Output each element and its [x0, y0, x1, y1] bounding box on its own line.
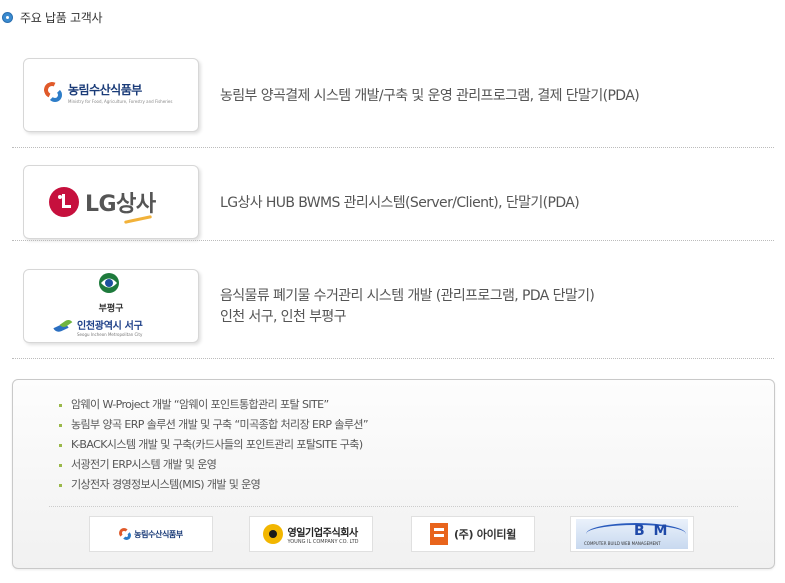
lg-logo: LG상사: [49, 186, 156, 218]
list-item: K-BACK시스템 개발 및 구축(카드사들의 포인트관리 포탈SITE 구축): [59, 435, 368, 455]
bm-logo-subtitle: COMPUTER BUILD WEB MANAGEMENT: [584, 541, 661, 546]
itwill-emblem-icon: [429, 523, 448, 545]
partner-logo-itwill: (주) 아이티윌: [411, 516, 535, 552]
partner-logo-bm: B M COMPUTER BUILD WEB MANAGEMENT: [570, 516, 694, 552]
mafra-emblem-icon: [41, 79, 64, 104]
itwill-logo-name: (주) 아이티윌: [453, 528, 517, 541]
client-description: LG상사 HUB BWMS 관리시스템(Server/Client), 단말기(…: [220, 193, 580, 214]
mafra-logo-english: Ministry for Food, Agriculture, Forestry…: [68, 99, 173, 104]
projects-box: 암웨이 W-Project 개발 “암웨이 포인트통합관리 포탈 SITE” 농…: [12, 379, 775, 569]
client-description: 농림부 양곡결제 시스템 개발/구축 및 운영 관리프로그램, 결제 단말기(P…: [220, 86, 640, 107]
client-references-page: 주요 납품 고객사 농림수산식품부 Ministry for Food, Agr…: [0, 0, 785, 583]
mafra-emblem-icon: [119, 527, 132, 541]
lg-face-icon: [49, 187, 79, 217]
seogu-logo: 인천광역시 서구 Seogu Incheon Metropolitan City: [53, 317, 143, 337]
seogu-emblem-icon: [53, 318, 74, 335]
youngil-logo-name: 영일기업주식회사: [287, 527, 358, 539]
client-row-incheon: 부평구 인천광역시 서구 Seogu Incheon Metropolitan …: [12, 242, 774, 359]
section-header: 주요 납품 고객사: [2, 8, 103, 26]
list-item: 암웨이 W-Project 개발 “암웨이 포인트통합관리 포탈 SITE”: [59, 395, 368, 415]
list-item: 서광전기 ERP시스템 개발 및 운영: [59, 455, 368, 475]
section-title: 주요 납품 고객사: [20, 10, 103, 25]
row-divider: [12, 358, 774, 359]
row-divider: [12, 147, 774, 148]
divider: [49, 506, 738, 507]
incheon-logo-box: 부평구 인천광역시 서구 Seogu Incheon Metropolitan …: [23, 269, 199, 343]
mafra-logo-name: 농림수산식품부: [134, 529, 183, 539]
lg-logo-name: LG상사: [85, 192, 156, 217]
partner-logo-mafra: 농림수산식품부: [89, 516, 213, 552]
mafra-logo-name: 농림수산식품부: [68, 83, 142, 97]
youngil-emblem-icon: [263, 524, 284, 544]
bupyeong-logo-name: 부평구: [98, 304, 124, 314]
client-description: 음식물류 폐기물 수거관리 시스템 개발 (관리프로그램, PDA 단말기) 인…: [220, 286, 595, 328]
mafra-logo: 농림수산식품부 Ministry for Food, Agriculture, …: [41, 79, 173, 104]
bm-logo-name: B M: [634, 523, 670, 539]
description-line: 농림부 양곡결제 시스템 개발/구축 및 운영 관리프로그램, 결제 단말기(P…: [220, 88, 640, 104]
list-item: 농림부 양곡 ERP 솔루션 개발 및 구축 “미곡종합 처리장 ERP 솔루션…: [59, 415, 369, 435]
circle-bullet-icon: [2, 11, 13, 23]
seogu-logo-name: 인천광역시 서구: [77, 321, 143, 332]
youngil-logo-english: YOUNG IL COMPANY CO. LTD: [287, 538, 359, 545]
bupyeong-emblem-icon: [99, 273, 119, 293]
description-line: 인천 서구, 인천 부평구: [220, 309, 347, 325]
list-item: 기상전자 경영정보시스템(MIS) 개발 및 운영: [59, 475, 368, 495]
partner-logo-youngil: 영일기업주식회사 YOUNG IL COMPANY CO. LTD: [249, 516, 373, 552]
row-divider: [12, 240, 774, 241]
lg-logo-box: LG상사: [23, 165, 199, 239]
project-list: 암웨이 W-Project 개발 “암웨이 포인트통합관리 포탈 SITE” 농…: [59, 395, 369, 495]
mafra-logo-box: 농림수산식품부 Ministry for Food, Agriculture, …: [23, 58, 199, 132]
description-line: 음식물류 폐기물 수거관리 시스템 개발 (관리프로그램, PDA 단말기): [220, 288, 595, 304]
seogu-logo-english: Seogu Incheon Metropolitan City: [77, 332, 143, 337]
description-line: LG상사 HUB BWMS 관리시스템(Server/Client), 단말기(…: [220, 195, 580, 211]
client-row-lg: LG상사 LG상사 HUB BWMS 관리시스템(Server/Client),…: [12, 149, 774, 241]
client-row-mafra: 농림수산식품부 Ministry for Food, Agriculture, …: [12, 58, 774, 148]
